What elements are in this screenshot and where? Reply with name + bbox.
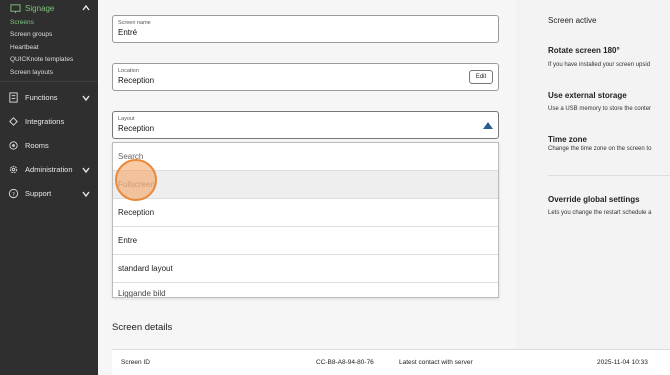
time-zone-title: Time zone bbox=[548, 135, 587, 144]
override-settings-title: Override global settings bbox=[548, 195, 640, 204]
chevron-up-icon[interactable] bbox=[82, 4, 90, 12]
caret-up-icon[interactable] bbox=[483, 122, 493, 129]
sidebar-item-functions[interactable]: Functions bbox=[0, 86, 98, 110]
sidebar-section-signage[interactable]: Signage bbox=[0, 0, 98, 16]
layout-option-reception[interactable]: Reception bbox=[113, 199, 498, 227]
options-divider bbox=[548, 175, 670, 176]
rooms-icon bbox=[9, 141, 18, 150]
layout-label: Layout bbox=[118, 116, 135, 122]
sidebar-item-screen-groups[interactable]: Screen groups bbox=[0, 29, 98, 42]
screen-details-row: Screen ID CC-B8-A8-94-80-76 Latest conta… bbox=[112, 349, 670, 375]
screen-id-value: CC-B8-A8-94-80-76 bbox=[316, 359, 374, 366]
external-storage-desc: Use a USB memory to store the conter bbox=[548, 106, 652, 112]
functions-icon bbox=[9, 92, 18, 103]
sidebar-item-heartbeat[interactable]: Heartbeat bbox=[0, 41, 98, 54]
location-value: Reception bbox=[118, 76, 155, 85]
layout-option-fullscreen[interactable]: Fullscreen bbox=[113, 171, 498, 199]
chevron-down-icon bbox=[82, 191, 90, 197]
sidebar-item-rooms[interactable]: Rooms bbox=[0, 134, 98, 158]
sidebar-section-label: Signage bbox=[25, 3, 55, 13]
last-contact-label: Latest contact with server bbox=[399, 359, 473, 366]
layout-value: Reception bbox=[118, 124, 155, 133]
rotate-screen-desc: If you have installed your screen upsid bbox=[548, 62, 651, 68]
sidebar-item-screen-layouts[interactable]: Screen layouts bbox=[0, 66, 98, 79]
sidebar-item-label: Functions bbox=[25, 93, 58, 102]
layout-option-partial[interactable]: Liggande bild bbox=[113, 283, 498, 297]
location-label: Location bbox=[118, 68, 139, 74]
sidebar-item-label: Administration bbox=[25, 165, 73, 174]
sidebar-item-label: Support bbox=[25, 189, 52, 198]
sidebar: Signage Screens Screen groups Heartbeat … bbox=[0, 0, 98, 375]
screen-active-title: Screen active bbox=[548, 16, 597, 25]
svg-text:?: ? bbox=[12, 192, 15, 198]
layout-option-entre[interactable]: Entre bbox=[113, 227, 498, 255]
location-field: Location Reception Edit bbox=[112, 63, 499, 91]
signage-icon bbox=[10, 3, 21, 13]
help-icon: ? bbox=[8, 188, 19, 199]
layout-option-standard-layout[interactable]: standard layout bbox=[113, 255, 498, 283]
sidebar-item-support[interactable]: ? Support bbox=[0, 182, 98, 206]
click-indicator bbox=[115, 159, 157, 201]
sidebar-item-label: Rooms bbox=[25, 141, 49, 150]
screen-name-field[interactable]: Screen name Entré bbox=[112, 15, 499, 43]
last-contact-value: 2025-11-04 10:33 bbox=[597, 359, 648, 366]
sidebar-item-integrations[interactable]: Integrations bbox=[0, 110, 98, 134]
screen-name-label: Screen name bbox=[118, 20, 151, 26]
integrations-icon bbox=[9, 117, 18, 126]
override-settings-desc: Lets you change the restart schedule a bbox=[548, 210, 652, 216]
time-zone-desc: Change the time zone on the screen to bbox=[548, 146, 652, 152]
screen-name-value: Entré bbox=[118, 28, 138, 37]
rotate-screen-title: Rotate screen 180° bbox=[548, 46, 620, 55]
layout-search-input[interactable]: Search bbox=[113, 143, 498, 171]
layout-select[interactable]: Layout Reception bbox=[112, 111, 499, 139]
sidebar-divider bbox=[0, 80, 98, 82]
gear-icon bbox=[9, 165, 18, 174]
external-storage-title: Use external storage bbox=[548, 91, 627, 100]
layout-dropdown: Search Fullscreen Reception Entre standa… bbox=[112, 142, 499, 298]
screen-details-title: Screen details bbox=[112, 322, 173, 333]
edit-location-button[interactable]: Edit bbox=[469, 70, 493, 84]
chevron-down-icon bbox=[82, 95, 90, 101]
sidebar-item-quicknote-templates[interactable]: QUICKnote templates bbox=[0, 54, 98, 67]
sidebar-item-screens[interactable]: Screens bbox=[0, 16, 98, 29]
sidebar-item-label: Integrations bbox=[25, 117, 65, 126]
screen-id-label: Screen ID bbox=[121, 359, 150, 366]
chevron-down-icon bbox=[82, 167, 90, 173]
sidebar-item-administration[interactable]: Administration bbox=[0, 158, 98, 182]
